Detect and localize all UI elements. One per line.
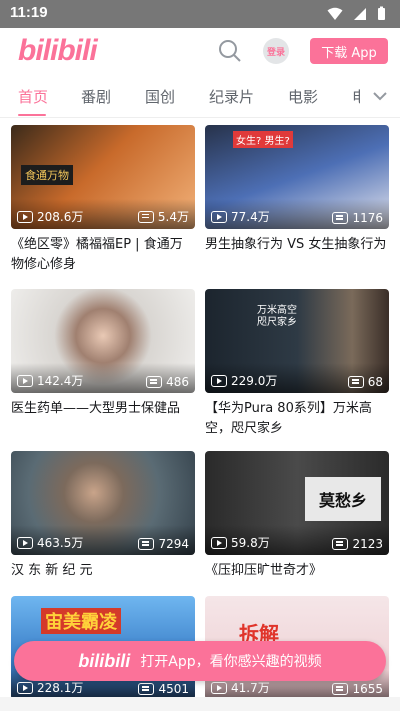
danmaku-icon xyxy=(332,538,349,550)
video-thumbnail[interactable]: 女生? 男生? 77.4万 1176 xyxy=(205,125,389,229)
danmaku-count: 68 xyxy=(347,375,383,389)
banner-logo: bilibili xyxy=(78,650,131,671)
danmaku-icon xyxy=(138,683,155,695)
video-thumbnail[interactable]: 142.4万 486 xyxy=(11,289,195,393)
tab-anime[interactable]: 番剧 xyxy=(81,86,111,107)
view-count: 41.7万 xyxy=(211,679,270,696)
tab-documentary[interactable]: 纪录片 xyxy=(209,86,254,107)
thumb-overlay-text: 宙美霸凌 xyxy=(41,608,121,634)
thumb-overlay-text: 万米高空 咫尺家乡 xyxy=(257,305,297,328)
status-icons xyxy=(327,6,386,21)
video-card[interactable]: 万米高空 咫尺家乡 229.0万 68 【华为Pura 80系列】万米高空，咫尺… xyxy=(205,289,389,439)
video-title[interactable]: 汉 东 新 纪 元 xyxy=(11,561,195,601)
view-count: 208.6万 xyxy=(17,208,83,225)
danmaku-icon xyxy=(332,683,349,695)
video-card[interactable]: 女生? 男生? 77.4万 1176 男生抽象行为 VS 女生抽象行为 xyxy=(205,125,389,275)
thumb-overlay-text: 莫愁乡 xyxy=(305,477,381,521)
wifi-icon xyxy=(327,7,343,20)
status-bar: 11:19 xyxy=(0,0,400,28)
battery-icon xyxy=(378,6,385,20)
danmaku-icon xyxy=(146,376,163,388)
video-card[interactable]: 142.4万 486 医生药单——大型男士保健品 xyxy=(11,289,195,439)
view-count: 59.8万 xyxy=(211,534,270,551)
search-button[interactable] xyxy=(218,39,242,63)
signal-icon xyxy=(354,7,366,20)
play-count-icon xyxy=(211,681,227,694)
video-thumbnail[interactable]: 莫愁乡 59.8万 2123 xyxy=(205,451,389,555)
view-count: 142.4万 xyxy=(17,372,83,389)
danmaku-count: 486 xyxy=(146,375,189,389)
view-count: 463.5万 xyxy=(17,534,83,551)
video-thumbnail[interactable]: 463.5万 7294 xyxy=(11,451,195,555)
video-thumbnail[interactable]: 万米高空 咫尺家乡 229.0万 68 xyxy=(205,289,389,393)
play-count-icon xyxy=(211,536,227,549)
chevron-down-icon[interactable] xyxy=(372,88,388,104)
tab-movie[interactable]: 电影 xyxy=(288,86,318,107)
play-count-icon xyxy=(211,210,227,223)
danmaku-icon xyxy=(137,210,154,223)
view-count: 77.4万 xyxy=(211,208,270,225)
danmaku-icon xyxy=(138,538,155,550)
play-count-icon xyxy=(211,374,227,387)
tab-guochuang[interactable]: 国创 xyxy=(145,86,175,107)
thumb-overlay-text: 女生? 男生? xyxy=(233,131,293,148)
video-card[interactable]: 463.5万 7294 汉 东 新 纪 元 xyxy=(11,451,195,601)
tab-home[interactable]: 首页 xyxy=(18,86,48,107)
view-count: 229.0万 xyxy=(211,372,277,389)
bilibili-logo[interactable]: bilibili xyxy=(18,34,98,68)
danmaku-count: 5.4万 xyxy=(137,208,189,225)
play-count-icon xyxy=(17,536,33,549)
danmaku-count: 1655 xyxy=(332,682,383,696)
danmaku-count: 2123 xyxy=(332,537,383,551)
danmaku-icon xyxy=(332,212,349,224)
danmaku-count: 7294 xyxy=(138,537,189,551)
video-thumbnail[interactable]: 食通万物 208.6万 5.4万 xyxy=(11,125,195,229)
danmaku-count: 1176 xyxy=(332,211,383,225)
channel-tabs: 首页 番剧 国创 纪录片 电影 电 xyxy=(0,76,400,118)
active-tab-indicator xyxy=(18,114,46,116)
video-title[interactable]: 《压抑压旷世奇才》 xyxy=(205,561,389,601)
video-title[interactable]: 《绝区零》橘福福EP | 食通万物修心修身 xyxy=(11,235,195,275)
bottom-edge xyxy=(0,697,400,711)
play-count-icon xyxy=(17,374,33,387)
top-header: bilibili 登录 下载 App xyxy=(0,28,400,74)
video-title[interactable]: 医生药单——大型男士保健品 xyxy=(11,399,195,439)
status-time: 11:19 xyxy=(10,4,48,21)
video-card[interactable]: 食通万物 208.6万 5.4万 《绝区零》橘福福EP | 食通万物修心修身 xyxy=(11,125,195,275)
danmaku-icon xyxy=(347,376,364,388)
video-title[interactable]: 男生抽象行为 VS 女生抽象行为 xyxy=(205,235,389,275)
banner-text: 打开App，看你感兴趣的视频 xyxy=(140,654,322,670)
view-count: 228.1万 xyxy=(17,679,83,696)
search-icon xyxy=(219,40,241,62)
download-app-button[interactable]: 下载 App xyxy=(310,38,388,64)
login-button[interactable]: 登录 xyxy=(263,38,289,64)
play-count-icon xyxy=(17,681,33,694)
danmaku-count: 4501 xyxy=(138,682,189,696)
open-app-banner[interactable]: bilibili 打开App，看你感兴趣的视频 xyxy=(14,641,386,681)
video-card[interactable]: 莫愁乡 59.8万 2123 《压抑压旷世奇才》 xyxy=(205,451,389,601)
video-title[interactable]: 【华为Pura 80系列】万米高空，咫尺家乡 xyxy=(205,399,389,439)
play-count-icon xyxy=(17,210,33,223)
thumb-overlay-text: 食通万物 xyxy=(21,165,73,185)
